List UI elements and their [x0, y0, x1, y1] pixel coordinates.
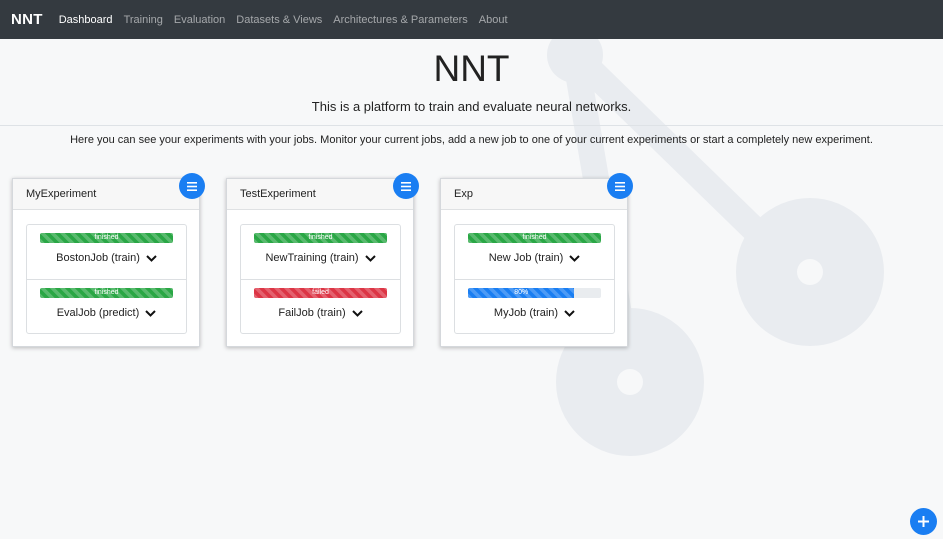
job-progress-bar: finished: [468, 233, 601, 243]
experiment-title: TestExperiment: [227, 179, 413, 210]
job-name: FailJob (train): [278, 307, 346, 319]
nav-evaluation[interactable]: Evaluation: [174, 14, 225, 26]
job-name: MyJob (train): [493, 307, 559, 319]
job-item: finished EvalJob (predict): [27, 279, 186, 333]
plus-icon: [918, 516, 929, 527]
job-list: finished NewTraining (train) failed Fail…: [240, 224, 401, 334]
job-progress-fill: finished: [468, 233, 601, 243]
job-toggle[interactable]: MyJob (train): [494, 307, 575, 319]
nav-training[interactable]: Training: [124, 14, 163, 26]
job-toggle[interactable]: NewTraining (train): [265, 252, 376, 264]
job-toggle[interactable]: BostonJob (train): [56, 252, 157, 264]
experiment-title: Exp: [441, 179, 627, 210]
experiment-title: MyExperiment: [13, 179, 199, 210]
job-item: failed FailJob (train): [241, 279, 400, 333]
menu-icon: [187, 181, 197, 191]
chevron-down-icon: [146, 254, 157, 262]
experiment-card: MyExperiment finished BostonJob (train) …: [12, 173, 205, 347]
job-progress-fill: finished: [40, 233, 173, 243]
chevron-down-icon: [351, 309, 363, 317]
job-name: BostonJob (train): [56, 252, 140, 264]
chevron-down-icon: [364, 254, 376, 262]
job-list: finished BostonJob (train) finished Eval…: [26, 224, 187, 334]
menu-icon: [401, 181, 411, 191]
job-name: NewTraining (train): [265, 252, 359, 264]
chevron-down-icon: [564, 309, 575, 317]
chevron-down-icon: [569, 254, 580, 262]
chevron-down-icon: [145, 309, 156, 317]
experiment-menu-button[interactable]: [607, 173, 633, 199]
job-item: finished NewTraining (train): [241, 225, 400, 279]
job-item: 80% MyJob (train): [455, 279, 614, 333]
nav-dashboard[interactable]: Dashboard: [59, 14, 113, 26]
job-toggle[interactable]: EvalJob (predict): [57, 307, 157, 319]
job-toggle[interactable]: FailJob (train): [278, 307, 363, 319]
hero-section: NNT This is a platform to train and eval…: [0, 39, 943, 126]
job-progress-bar: failed: [254, 288, 387, 298]
job-progress-bar: finished: [254, 233, 387, 243]
job-item: finished New Job (train): [455, 225, 614, 279]
job-name: EvalJob (predict): [56, 307, 140, 319]
job-progress-fill: 80%: [468, 288, 575, 298]
job-name: New Job (train): [488, 252, 564, 264]
experiment-menu-button[interactable]: [393, 173, 419, 199]
experiment-card: Exp finished New Job (train) 80% MyJob (…: [440, 173, 633, 347]
experiment-cards: MyExperiment finished BostonJob (train) …: [12, 173, 654, 347]
job-toggle[interactable]: New Job (train): [489, 252, 581, 264]
intro-text: Here you can see your experiments with y…: [70, 134, 873, 146]
brand-logo[interactable]: NNT: [11, 11, 43, 28]
add-experiment-button[interactable]: [910, 508, 937, 535]
job-progress-fill: failed: [254, 288, 387, 298]
experiment-card: TestExperiment finished NewTraining (tra…: [226, 173, 419, 347]
nav-datasets-views[interactable]: Datasets & Views: [236, 14, 322, 26]
job-progress-fill: finished: [254, 233, 387, 243]
page-title: NNT: [433, 48, 510, 89]
job-item: finished BostonJob (train): [27, 225, 186, 279]
page-subtitle: This is a platform to train and evaluate…: [311, 99, 632, 114]
nav-architectures-parameters[interactable]: Architectures & Parameters: [333, 14, 468, 26]
experiment-menu-button[interactable]: [179, 173, 205, 199]
job-progress-bar: 80%: [468, 288, 601, 298]
nav-about[interactable]: About: [479, 14, 508, 26]
job-progress-fill: finished: [40, 288, 173, 298]
job-list: finished New Job (train) 80% MyJob (trai…: [454, 224, 615, 334]
top-navbar: NNT Dashboard Training Evaluation Datase…: [0, 0, 943, 39]
job-progress-bar: finished: [40, 233, 173, 243]
job-progress-bar: finished: [40, 288, 173, 298]
menu-icon: [615, 181, 625, 191]
